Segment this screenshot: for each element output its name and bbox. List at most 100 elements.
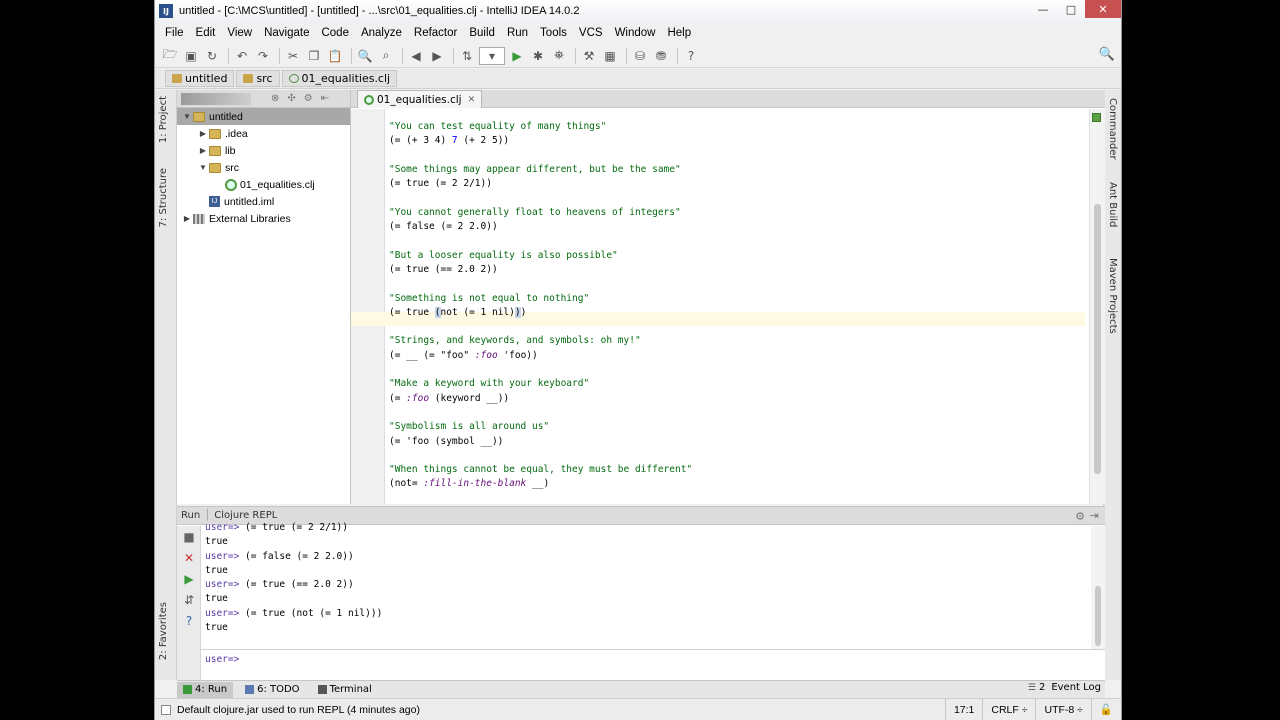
console-scroll-thumb[interactable]	[1095, 586, 1101, 646]
maximize-button[interactable]: □	[1057, 0, 1085, 18]
settings-icon[interactable]: ⚒	[580, 47, 598, 65]
code-text[interactable]: "You can test equality of many things" (=…	[389, 120, 692, 492]
lock-icon[interactable]: 🔓	[1090, 698, 1121, 720]
close-icon[interactable]: ✕	[177, 547, 201, 568]
run-config-name[interactable]: Clojure REPL	[214, 510, 277, 521]
editor-scroll-thumb[interactable]	[1094, 204, 1101, 474]
debug-icon[interactable]: ✱	[529, 47, 547, 65]
event-log-tab[interactable]: ☰ 2 Event Log	[1028, 682, 1101, 693]
open-icon[interactable]: 🗁	[161, 47, 179, 65]
menu-vcs[interactable]: VCS	[573, 27, 609, 39]
tab-favorites[interactable]: 2: Favorites	[158, 602, 169, 660]
toolbar-separator	[402, 47, 403, 64]
tab-project[interactable]: 1: Project	[158, 96, 169, 143]
tree-item[interactable]: ▶ External Libraries	[177, 210, 350, 227]
sync-icon[interactable]: ↻	[203, 47, 221, 65]
help-icon[interactable]: ?	[177, 610, 201, 631]
event-log-count: 2	[1038, 682, 1046, 693]
collapse-all-icon[interactable]: ⊗	[271, 93, 279, 104]
tree-item[interactable]: 01_equalities.clj	[177, 176, 350, 193]
project-view-selector[interactable]	[181, 92, 251, 105]
menu-analyze[interactable]: Analyze	[355, 27, 408, 39]
menu-refactor[interactable]: Refactor	[408, 27, 463, 39]
tree-item[interactable]: ▼ src	[177, 159, 350, 176]
menu-build[interactable]: Build	[463, 27, 501, 39]
editor-scrollbar[interactable]	[1089, 109, 1105, 504]
menu-navigate[interactable]: Navigate	[258, 27, 315, 39]
tool-window-toggle-icon[interactable]	[161, 704, 171, 715]
paste-icon[interactable]: 📋	[326, 47, 344, 65]
expanded-arrow-icon[interactable]: ▼	[197, 163, 209, 172]
gear-icon[interactable]: ⚙	[1075, 510, 1085, 523]
project-panel-header: ⊗ ✣ ⚙ ⇤	[177, 90, 350, 108]
tree-item[interactable]: ▶ lib	[177, 142, 350, 159]
sdk-icon[interactable]: ⛁	[631, 47, 649, 65]
collapsed-arrow-icon[interactable]: ▶	[197, 129, 209, 138]
menu-code[interactable]: Code	[315, 27, 355, 39]
search-everywhere-icon[interactable]: 🔍	[1099, 47, 1115, 62]
run-config-dropdown[interactable]: ▾	[479, 46, 505, 65]
tab-01-equalities[interactable]: 01_equalities.clj ✕	[357, 90, 483, 108]
forward-icon[interactable]: ▶	[428, 47, 446, 65]
coverage-icon[interactable]: ⛯	[550, 47, 568, 65]
code-line: "You can test equality of many things"	[389, 120, 692, 134]
breadcrumb-file[interactable]: 01_equalities.clj	[281, 70, 398, 87]
autoscroll-icon[interactable]: ✣	[287, 93, 295, 104]
tab-structure[interactable]: 7: Structure	[158, 168, 169, 227]
menu-help[interactable]: Help	[661, 27, 697, 39]
tab-maven-projects[interactable]: Maven Projects	[1107, 258, 1118, 334]
breadcrumb-project[interactable]: untitled	[165, 70, 235, 87]
menu-file[interactable]: File	[159, 27, 190, 39]
close-tab-icon[interactable]: ✕	[468, 95, 476, 105]
breadcrumb-src[interactable]: src	[236, 70, 280, 87]
project-structure-icon[interactable]: ▦	[601, 47, 619, 65]
tree-item[interactable]: IJ untitled.iml	[177, 193, 350, 210]
bottom-tab-run[interactable]: 4: Run	[177, 681, 234, 698]
close-button[interactable]: ✕	[1085, 0, 1121, 18]
menu-tools[interactable]: Tools	[534, 27, 573, 39]
replace-icon[interactable]: ⌕	[377, 47, 395, 65]
bottom-tab-todo[interactable]: 6: TODO	[239, 682, 305, 698]
back-icon[interactable]: ◀	[407, 47, 425, 65]
menu-run[interactable]: Run	[501, 27, 534, 39]
menu-edit[interactable]: Edit	[190, 27, 222, 39]
find-icon[interactable]: 🔍	[356, 47, 374, 65]
line-separator[interactable]: CRLF ÷	[982, 698, 1035, 720]
save-all-icon[interactable]: ▣	[182, 47, 200, 65]
help-icon[interactable]: ?	[682, 47, 700, 65]
stop-icon[interactable]: ■	[177, 526, 201, 547]
bottom-tab-terminal[interactable]: Terminal	[312, 682, 378, 698]
tree-item[interactable]: ▼ untitled	[177, 108, 350, 125]
minimize-button[interactable]: —	[1029, 0, 1057, 18]
rerun-icon[interactable]: ▶	[177, 568, 201, 589]
vcs-icon[interactable]: ⛃	[652, 47, 670, 65]
gear-icon[interactable]: ⚙	[304, 93, 313, 104]
tree-item-label: External Libraries	[209, 212, 291, 225]
code-line: (= true (not (= 1 nil)))	[389, 306, 692, 320]
make-icon[interactable]: ⇅	[458, 47, 476, 65]
caret-position[interactable]: 17:1	[944, 698, 982, 720]
hide-panel-icon[interactable]: ⇥	[1090, 509, 1099, 522]
collapsed-arrow-icon[interactable]: ▶	[197, 146, 209, 155]
collapsed-arrow-icon[interactable]: ▶	[181, 214, 193, 223]
cut-icon[interactable]: ✂	[284, 47, 302, 65]
tab-ant-build[interactable]: Ant Build	[1107, 182, 1118, 227]
undo-icon[interactable]: ↶	[233, 47, 251, 65]
copy-icon[interactable]: ❐	[305, 47, 323, 65]
run-icon[interactable]: ▶	[508, 47, 526, 65]
file-encoding[interactable]: UTF-8 ÷	[1035, 698, 1090, 720]
tree-item[interactable]: ▶ .idea	[177, 125, 350, 142]
expanded-arrow-icon[interactable]: ▼	[181, 112, 193, 121]
menu-view[interactable]: View	[221, 27, 258, 39]
tab-commander[interactable]: Commander	[1107, 98, 1118, 160]
repl-input[interactable]: user=>	[201, 649, 1105, 669]
header-separator: │	[204, 510, 211, 521]
hide-panel-icon[interactable]: ⇤	[321, 93, 329, 104]
history-icon[interactable]: ⇵	[177, 589, 201, 610]
folder-icon	[243, 74, 254, 83]
redo-icon[interactable]: ↷	[254, 47, 272, 65]
console-scrollbar[interactable]	[1091, 526, 1105, 649]
menu-window[interactable]: Window	[609, 27, 662, 39]
